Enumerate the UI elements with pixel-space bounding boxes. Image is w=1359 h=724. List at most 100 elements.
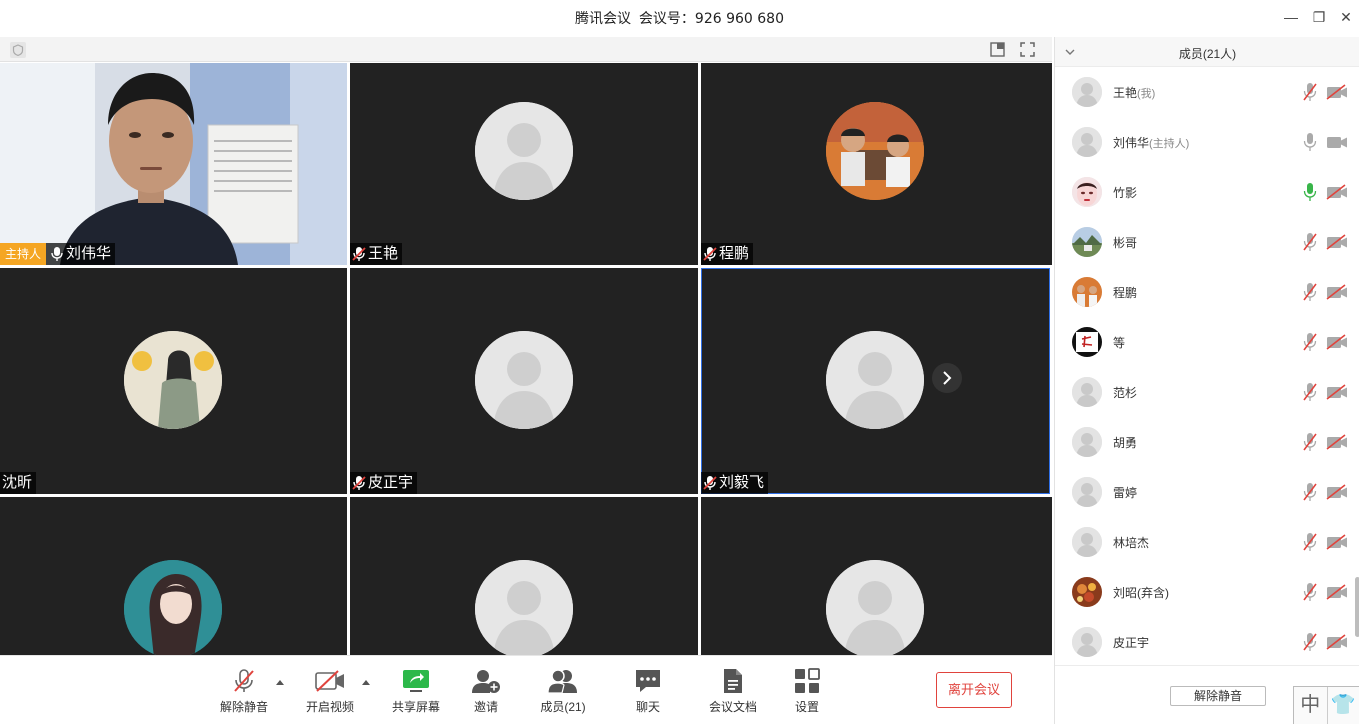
member-row[interactable]: 雷婷 <box>1055 467 1355 517</box>
video-tile[interactable]: 王艳 <box>350 63 698 265</box>
mic-muted-icon[interactable] <box>1303 282 1317 302</box>
add-user-icon <box>472 670 500 693</box>
member-name: 彬哥 <box>1113 236 1138 250</box>
tile-name-tag: 王艳 <box>350 243 403 265</box>
participant-name: 程鹏 <box>719 245 750 262</box>
unmute-all-button[interactable]: 解除静音 <box>1170 686 1266 706</box>
invite-label: 邀请 <box>473 700 498 714</box>
audio-options-caret-icon[interactable] <box>275 678 285 688</box>
participant-name: 刘伟华 <box>66 245 112 262</box>
unmute-button[interactable]: 解除静音 <box>209 668 279 715</box>
member-name: 雷婷 <box>1113 486 1138 500</box>
shield-icon[interactable] <box>10 42 26 58</box>
camera-off-icon[interactable] <box>1326 484 1348 500</box>
ime-language-toggle[interactable]: 中 <box>1294 687 1327 724</box>
member-row[interactable]: 皮正宇 <box>1055 617 1355 665</box>
mic-muted-icon[interactable] <box>1303 532 1317 552</box>
camera-off-icon[interactable] <box>1326 234 1348 250</box>
member-row[interactable]: 竹影 <box>1055 167 1355 217</box>
mic-muted-icon[interactable] <box>1303 482 1317 502</box>
members-panel: 成员(21人) 王艳(我) 刘伟华(主持人) 竹影 彬哥 程鹏等范杉 胡勇 雷婷 林培杰 刘昭(… <box>1054 37 1359 724</box>
mic-muted-icon[interactable] <box>1303 582 1317 602</box>
document-icon <box>724 669 742 693</box>
restore-button[interactable]: ❐ <box>1309 8 1329 26</box>
member-row[interactable]: 彬哥 <box>1055 217 1355 267</box>
camera-off-icon[interactable] <box>1326 384 1348 400</box>
minimize-button[interactable]: — <box>1281 8 1301 26</box>
next-page-chevron-icon[interactable] <box>932 363 962 393</box>
participant-name: 皮正宇 <box>368 474 414 491</box>
video-tile[interactable]: 程鹏 <box>701 63 1052 265</box>
mic-muted-icon[interactable] <box>1303 382 1317 402</box>
camera-off-icon[interactable] <box>1326 584 1348 600</box>
participant-name: 王艳 <box>368 245 399 262</box>
video-tile[interactable] <box>701 497 1052 655</box>
members-panel-footer: 解除静音 中 👕 <box>1055 665 1359 724</box>
invite-button[interactable]: 邀请 <box>451 668 521 715</box>
member-row[interactable]: 胡勇 <box>1055 417 1355 467</box>
meeting-docs-button[interactable]: 会议文档 <box>698 668 768 715</box>
leave-meeting-button[interactable]: 离开会议 <box>936 672 1012 708</box>
default-avatar-icon <box>826 560 924 655</box>
members-button[interactable]: 成员(21) <box>528 668 598 715</box>
member-row[interactable]: 范杉 <box>1055 367 1355 417</box>
member-row[interactable]: 程鹏 <box>1055 267 1355 317</box>
video-options-caret-icon[interactable] <box>361 678 371 688</box>
mic-muted-icon[interactable] <box>1303 632 1317 652</box>
mic-muted-icon[interactable] <box>1303 82 1317 102</box>
camera-off-icon[interactable] <box>1326 534 1348 550</box>
chat-icon <box>636 670 660 692</box>
members-scrollbar[interactable] <box>1355 577 1359 637</box>
member-row[interactable]: 王艳(我) <box>1055 67 1355 117</box>
camera-off-icon[interactable] <box>1326 184 1348 200</box>
member-avatar <box>1072 127 1102 157</box>
camera-off-icon[interactable] <box>1326 634 1348 650</box>
video-tile[interactable] <box>0 497 347 655</box>
mic-muted-icon <box>234 669 254 692</box>
share-screen-button[interactable]: 共享屏幕 <box>381 668 451 715</box>
ime-skin-icon[interactable]: 👕 <box>1326 687 1359 724</box>
mic-muted-icon <box>352 247 366 261</box>
camera-off-icon[interactable] <box>1326 84 1348 100</box>
host-badge: 主持人 <box>0 243 47 265</box>
video-tile[interactable]: 沈昕 <box>0 268 347 494</box>
mic-muted-icon[interactable] <box>1303 232 1317 252</box>
bottom-toolbar: 解除静音 开启视频 共享屏幕 邀请 成员(21) 聊天 会议文档 设置 离开会议 <box>0 655 1052 724</box>
member-row[interactable]: 林培杰 <box>1055 517 1355 567</box>
camera-on-icon[interactable] <box>1326 134 1348 150</box>
mic-on-icon[interactable] <box>1303 132 1317 152</box>
member-name-wrap: 林培杰 <box>1113 534 1149 551</box>
member-row[interactable]: 刘昭(弃含) <box>1055 567 1355 617</box>
member-avatar <box>1072 527 1102 557</box>
default-avatar-icon <box>475 102 573 200</box>
meeting-label: 会议号： <box>638 11 695 27</box>
member-name: 刘昭(弃含) <box>1113 586 1169 600</box>
camera-off-icon[interactable] <box>1326 434 1348 450</box>
member-avatar <box>1072 577 1102 607</box>
member-avatar <box>1072 327 1102 357</box>
video-tile[interactable] <box>350 497 698 655</box>
video-tile[interactable]: 皮正宇 <box>350 268 698 494</box>
mic-active-icon[interactable] <box>1303 182 1317 202</box>
member-row[interactable]: 刘伟华(主持人) <box>1055 117 1355 167</box>
fullscreen-icon[interactable] <box>1020 42 1035 57</box>
start-video-button[interactable]: 开启视频 <box>295 668 365 715</box>
member-name: 王艳 <box>1113 86 1138 100</box>
mic-muted-icon <box>352 476 366 490</box>
chat-button[interactable]: 聊天 <box>613 668 683 715</box>
mic-muted-icon[interactable] <box>1303 432 1317 452</box>
member-row[interactable]: 等 <box>1055 317 1355 367</box>
member-role: (主持人) <box>1149 138 1190 150</box>
layout-icon[interactable] <box>990 42 1005 57</box>
video-tile-host[interactable]: 主持人 刘伟华 <box>0 63 347 265</box>
camera-off-icon[interactable] <box>1326 334 1348 350</box>
video-tile-selected[interactable]: 刘毅飞 <box>701 268 1050 494</box>
camera-off-icon[interactable] <box>1326 284 1348 300</box>
member-name-wrap: 彬哥 <box>1113 234 1137 251</box>
mic-muted-icon[interactable] <box>1303 332 1317 352</box>
grid-settings-icon <box>795 668 820 693</box>
settings-button[interactable]: 设置 <box>772 668 842 715</box>
member-name: 胡勇 <box>1113 436 1138 450</box>
close-button[interactable]: ✕ <box>1336 8 1356 26</box>
member-avatar <box>1072 177 1102 207</box>
